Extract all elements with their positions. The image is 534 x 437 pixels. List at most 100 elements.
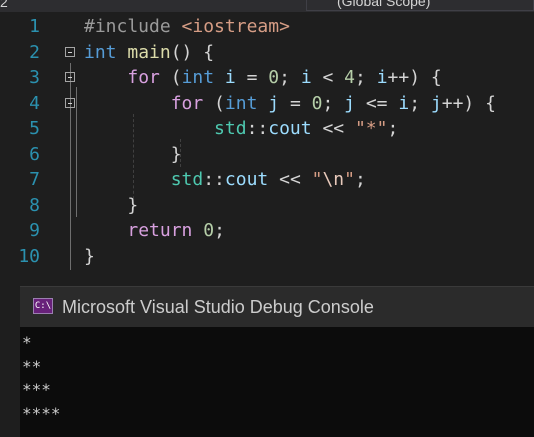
code-token: std — [214, 118, 247, 139]
code-text: for (int j = 0; j <= i; j++) { — [84, 91, 496, 117]
scope-dropdown[interactable]: (Global Scope) — [306, 0, 534, 11]
code-editor[interactable]: 1 #include <iostream> 2 int main() {3 for (… — [0, 12, 534, 272]
code-line[interactable]: 10} — [0, 244, 534, 270]
console-title-bar[interactable]: C:\ Microsoft Visual Studio Debug Consol… — [20, 287, 534, 327]
code-token: ; — [355, 67, 377, 88]
code-token: :: — [203, 169, 225, 190]
code-token: } — [84, 245, 95, 267]
code-token: i — [224, 67, 236, 88]
code-token: int — [181, 67, 215, 88]
line-number: 10 — [18, 245, 40, 267]
line-number: 9 — [29, 220, 40, 241]
scope-dropdown-label: (Global Scope) — [337, 0, 431, 9]
code-text: for (int i = 0; i < 4; i++) { — [84, 65, 442, 91]
code-token: return — [127, 220, 193, 241]
code-text: } — [84, 142, 182, 168]
code-token: int — [224, 92, 258, 114]
code-token: << — [268, 169, 312, 190]
code-token: j — [430, 92, 442, 114]
debug-console-window[interactable]: C:\ Microsoft Visual Studio Debug Consol… — [20, 286, 534, 437]
code-token: for — [127, 67, 160, 88]
console-output-line: *** — [22, 380, 51, 399]
project-dropdown-fragment[interactable]: 2 — [0, 0, 300, 12]
code-line[interactable]: 1 #include <iostream> — [0, 14, 534, 40]
code-token: = — [235, 67, 269, 88]
code-text: std::cout << "\n"; — [84, 167, 366, 193]
line-number: 1 — [29, 16, 40, 37]
code-text: return 0; — [84, 218, 225, 244]
code-token: () { — [170, 41, 215, 63]
code-token: ++) { — [441, 92, 496, 114]
code-token: i — [300, 67, 312, 88]
code-token: 0 — [268, 67, 280, 88]
code-line[interactable]: 4 for (int j = 0; j <= i; j++) { — [0, 91, 534, 117]
code-token: " — [344, 169, 355, 190]
code-token: } — [84, 143, 182, 165]
code-token: << — [311, 118, 355, 139]
console-output-line: **** — [22, 403, 61, 423]
code-line[interactable]: 8 } — [0, 193, 534, 219]
console-output: * ** *** **** — [22, 331, 61, 425]
code-token: ++) { — [387, 67, 442, 88]
code-token: #include — [84, 16, 182, 37]
code-token: main — [127, 41, 171, 63]
code-text: } — [84, 244, 95, 270]
code-token: std — [170, 169, 204, 190]
code-text: #include <iostream> — [84, 14, 290, 40]
code-text: } — [84, 193, 138, 219]
editor-bottom-gap — [0, 272, 534, 286]
code-token: "*" — [354, 118, 388, 139]
code-token: ; — [214, 220, 225, 241]
code-token: <iostream> — [181, 16, 290, 37]
line-number: 7 — [29, 169, 40, 190]
code-token: i — [376, 67, 388, 88]
code-token: :: — [246, 118, 269, 139]
code-token: ; — [322, 92, 345, 114]
code-token: ; — [279, 67, 301, 88]
code-token: i — [398, 92, 410, 114]
code-token: cout — [268, 118, 312, 139]
console-output-line: * — [22, 333, 32, 352]
collapse-icon[interactable] — [65, 72, 75, 82]
collapse-icon[interactable] — [65, 46, 75, 57]
console-app-icon: C:\ — [33, 298, 53, 314]
code-text: std::cout << "*"; — [84, 116, 398, 142]
editor-navigation-bar: 2 (Global Scope) — [0, 0, 534, 12]
code-line[interactable]: 9 return 0; — [0, 218, 534, 244]
code-token: j — [344, 92, 355, 114]
line-number: 5 — [29, 118, 40, 139]
line-number: 4 — [29, 92, 40, 114]
code-token: <= — [355, 92, 399, 114]
code-token: ( — [159, 67, 182, 88]
code-token: 0 — [203, 220, 215, 241]
collapse-icon[interactable] — [65, 97, 75, 108]
code-token: for — [170, 92, 204, 114]
console-title-text: Microsoft Visual Studio Debug Console — [62, 297, 374, 317]
code-line[interactable]: 7 std::cout << "\n"; — [0, 167, 534, 193]
code-token: = — [279, 92, 312, 114]
code-token: " — [311, 169, 323, 190]
code-line[interactable]: 5 std::cout << "*"; — [0, 116, 534, 142]
code-token: } — [84, 194, 139, 216]
code-line[interactable]: 2 int main() { — [0, 40, 534, 66]
code-token: ; — [409, 92, 431, 114]
code-token: int — [84, 41, 117, 63]
line-number: 8 — [29, 194, 40, 216]
code-line[interactable]: 6 } — [0, 142, 534, 168]
code-line[interactable]: 3 for (int i = 0; i < 4; i++) { — [0, 65, 534, 91]
code-token: < — [311, 67, 345, 88]
line-number: 3 — [29, 67, 40, 88]
code-token: \n — [322, 169, 345, 190]
code-token: cout — [224, 169, 269, 190]
code-token: ; — [355, 169, 366, 190]
code-token: ; — [387, 118, 399, 139]
